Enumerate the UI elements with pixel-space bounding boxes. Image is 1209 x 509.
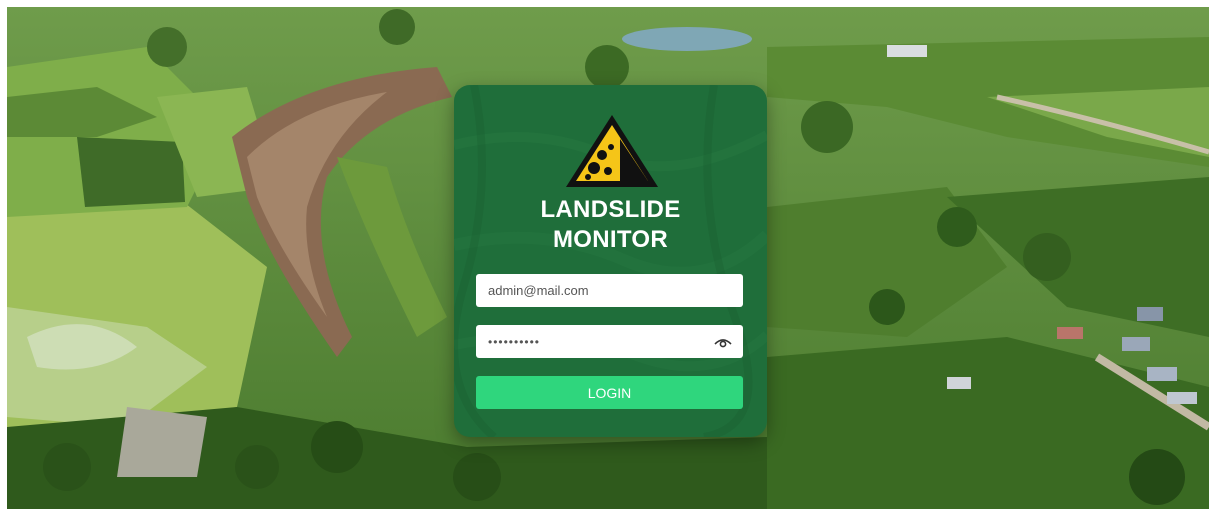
eye-icon[interactable] xyxy=(713,335,733,349)
login-card: LANDSLIDE MONITOR LOGIN xyxy=(454,85,767,437)
landslide-background: LANDSLIDE MONITOR LOGIN xyxy=(7,7,1209,509)
password-field[interactable] xyxy=(476,325,743,358)
password-input[interactable] xyxy=(486,333,713,350)
app-title-line1: LANDSLIDE xyxy=(540,196,681,223)
email-input[interactable] xyxy=(486,282,733,299)
login-button[interactable]: LOGIN xyxy=(476,376,743,409)
app-title-line2: MONITOR xyxy=(553,226,668,253)
email-field[interactable] xyxy=(476,274,743,307)
landslide-warning-icon xyxy=(566,115,658,187)
